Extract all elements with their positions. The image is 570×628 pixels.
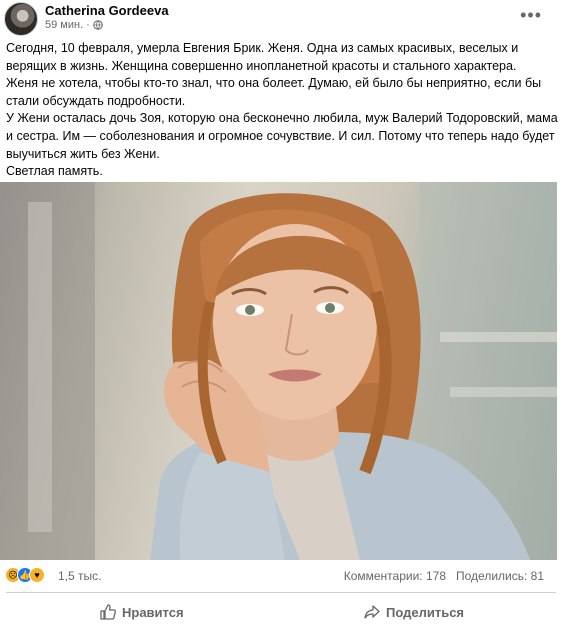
more-options-icon[interactable]: ••• (520, 6, 542, 24)
reaction-icons[interactable]: ☹ 👍 ♥ (5, 567, 45, 583)
post-paragraph: Женя не хотела, чтобы кто-то знал, что о… (6, 76, 542, 108)
author-avatar[interactable] (4, 2, 38, 36)
share-button[interactable]: Поделиться (364, 600, 464, 624)
post-text: Сегодня, 10 февраля, умерла Евгения Брик… (6, 40, 564, 181)
post-paragraph: Сегодня, 10 февраля, умерла Евгения Брик… (6, 41, 519, 73)
comments-count[interactable]: Комментарии: 178 (344, 569, 446, 583)
post-header: Catherina Gordeeva 59 мин. · ••• (0, 0, 570, 36)
share-icon (364, 605, 380, 619)
share-label: Поделиться (386, 604, 465, 620)
divider (6, 592, 556, 593)
author-name[interactable]: Catherina Gordeeva (45, 3, 169, 18)
facebook-post: Catherina Gordeeva 59 мин. · ••• Сегодня… (0, 0, 570, 628)
post-paragraph: Светлая память. (6, 164, 103, 179)
post-stats: ☹ 👍 ♥ 1,5 тыс. Комментарии: 178 Поделили… (0, 564, 570, 590)
post-time[interactable]: 59 мин. (45, 19, 83, 31)
meta-separator: · (86, 19, 90, 31)
post-meta: 59 мин. · (45, 19, 103, 31)
reaction-count[interactable]: 1,5 тыс. (58, 569, 101, 583)
post-actions: Нравится Поделиться (0, 596, 570, 628)
thumbs-up-icon (100, 604, 116, 620)
care-reaction-icon: ♥ (29, 567, 45, 583)
like-button[interactable]: Нравится (100, 600, 184, 624)
shares-count[interactable]: Поделились: 81 (456, 569, 544, 583)
post-photo[interactable] (0, 182, 557, 560)
like-label: Нравится (122, 604, 184, 620)
portrait-illustration (0, 182, 557, 560)
post-paragraph: У Жени осталась дочь Зоя, которую она бе… (6, 111, 558, 161)
globe-icon (93, 20, 103, 30)
